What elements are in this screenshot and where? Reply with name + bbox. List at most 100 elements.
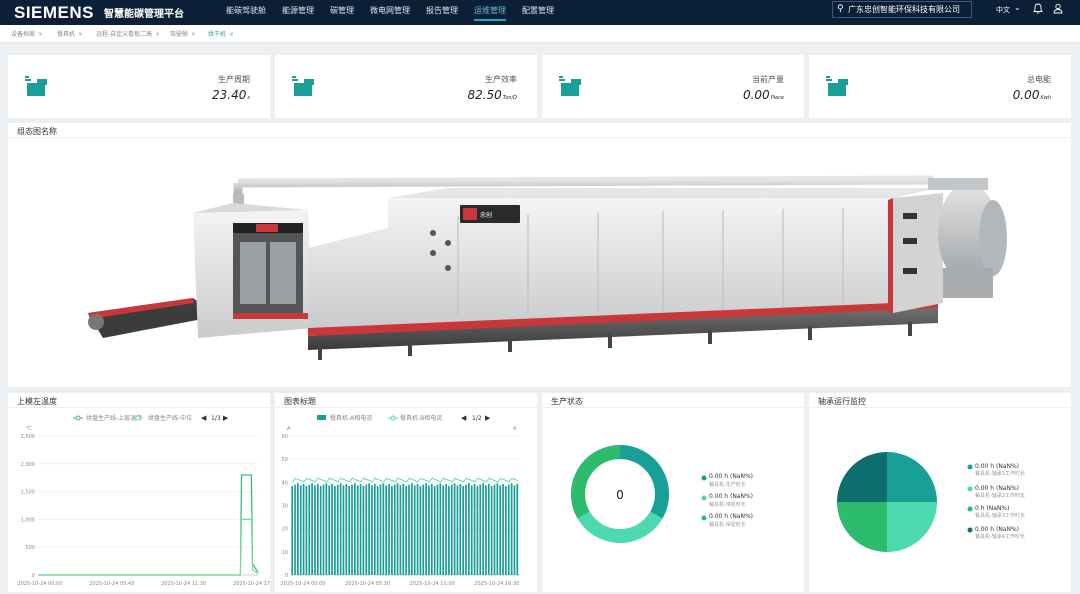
legend-value: 0.00 h (NaN%) (975, 526, 1019, 533)
nav-item-energy-management[interactable]: 能源管理 (274, 0, 322, 25)
legend-item[interactable]: 餐具机-A相电流 (330, 414, 372, 422)
bar (408, 484, 410, 575)
close-icon[interactable]: × (155, 31, 160, 38)
next-page-icon[interactable]: ▶ (485, 414, 491, 422)
donut-segment[interactable] (570, 445, 621, 519)
bar (499, 485, 502, 575)
temperature-chart-panel: 上模左温度 烘盘生产线-上层温度 烘盘生产线-中位 ◀ 1/3 ▶ ℃ 2,50… (8, 393, 270, 592)
production-status-donut: 0 0.00 h (NaN%) 餐具机-生产时长 0.00 h (NaN%) 餐… (570, 445, 753, 543)
bar (507, 484, 510, 575)
bar (365, 484, 368, 575)
nav-item-operations[interactable]: 运维管理 (466, 0, 514, 25)
factory-icon (25, 76, 47, 96)
nav-item-configuration[interactable]: 配置管理 (514, 0, 562, 25)
kpi-label: 总电能 (1027, 75, 1051, 84)
x-tick-label: 2025-10-24 05:30 (345, 581, 390, 587)
close-icon[interactable]: × (38, 31, 43, 38)
bar (490, 486, 493, 575)
y-tick-label: 30 (282, 504, 288, 510)
nav-item-reports[interactable]: 报告管理 (418, 0, 466, 25)
bar (373, 483, 376, 575)
company-name: 广东忠创智能环保科技有限公司 (848, 5, 960, 14)
pie-slice[interactable] (837, 502, 887, 552)
pie-slice[interactable] (887, 452, 937, 502)
bar (436, 484, 439, 575)
bar (516, 483, 519, 575)
legend-label: 餐具机-生产时长 (709, 481, 746, 488)
x-tick-label: 2025-10-24 11:30 (161, 581, 206, 587)
kpi-label: 当前产量 (752, 75, 784, 84)
bell-icon[interactable] (1033, 3, 1043, 14)
series-line (292, 477, 518, 483)
legend-value: 0.00 h (NaN%) (975, 463, 1019, 470)
nav-item-carbon-cockpit[interactable]: 能碳驾驶舱 (218, 0, 274, 25)
kpi-number: 0.00 (1012, 88, 1040, 102)
kpi-unit: Piece (770, 95, 784, 101)
bar (385, 485, 388, 575)
legend-swatch (317, 415, 326, 420)
current-chart-panel: 图表标题 餐具机-A相电流 餐具机-B相电流 ◀ 1/2 ▶ A A 60 50 4… (275, 393, 537, 592)
tab-custom-board[interactable]: 远程-自定义看板二高 × (96, 29, 160, 38)
bar (433, 486, 436, 575)
legend-item[interactable]: 烘盘生产线-中位 (148, 414, 192, 422)
bar (496, 483, 499, 575)
legend-value: 0.00 h (NaN%) (975, 485, 1019, 492)
pie-slice[interactable] (837, 452, 887, 502)
user-icon[interactable] (1053, 3, 1063, 14)
legend-label: 餐具机-待机时长 (709, 501, 746, 508)
location-pin-icon: ⚲ (837, 4, 844, 14)
tab-device-archive[interactable]: 设备档案 × (11, 29, 43, 38)
bar (413, 485, 416, 575)
kpi-label: 生产效率 (485, 75, 517, 84)
tab-cockpit[interactable]: 驾驶舱 × (170, 29, 196, 38)
legend-label: 餐具机-保留时长 (709, 521, 746, 528)
bar (348, 486, 351, 575)
kpi-unit: Ton/D (502, 95, 517, 101)
prev-page-icon[interactable]: ◀ (201, 414, 207, 422)
nav-item-carbon-management[interactable]: 碳管理 (322, 0, 362, 25)
x-tick-label: 2025-10-24 17:15 (233, 581, 270, 587)
y-tick-label: 1,000 (21, 517, 35, 523)
bar (319, 486, 322, 575)
legend-value: 0 h (NaN%) (975, 505, 1009, 512)
kpi-value: 0.00Piece (743, 88, 784, 102)
y-axis-unit: A (287, 426, 291, 432)
bar (362, 486, 365, 575)
donut-segment[interactable] (619, 445, 670, 519)
tab-dishwasher[interactable]: 餐具机 × (57, 29, 83, 38)
y-tick-label: 10 (282, 550, 288, 556)
bar (470, 485, 473, 575)
tab-dryer[interactable]: 烘干机 × (208, 29, 234, 38)
legend-label: 餐具机-轴承2工作时长 (975, 492, 1025, 499)
bar (311, 483, 313, 575)
bar (428, 485, 430, 575)
nav-item-microgrid[interactable]: 微电网管理 (362, 0, 418, 25)
pie-slice[interactable] (887, 502, 937, 552)
chevron-down-icon[interactable]: ⌄ (1014, 3, 1021, 12)
x-tick-label: 2025-10-24 11:00 (410, 581, 455, 587)
company-selector[interactable]: ⚲ 广东忠创智能环保科技有限公司 (832, 1, 972, 18)
kpi-unit: s (247, 95, 250, 101)
x-tick-label: 2025-10-24 00:00 (280, 581, 325, 587)
factory-icon (826, 76, 848, 96)
bar (308, 484, 311, 575)
language-selector[interactable]: 中文 (996, 5, 1010, 15)
legend-item[interactable]: 餐具机-B相电流 (400, 414, 442, 422)
close-icon[interactable]: × (78, 31, 83, 38)
tab-label: 餐具机 (57, 31, 76, 38)
tab-label: 驾驶舱 (170, 31, 189, 38)
legend-dot-marker (390, 415, 396, 421)
bar (510, 483, 513, 575)
bar (416, 483, 419, 575)
bar (482, 483, 484, 575)
page-tabs-bar: 设备档案 × 餐具机 × 远程-自定义看板二高 × 驾驶舱 × 烘干机 × (0, 25, 1080, 43)
bar (439, 483, 442, 575)
bar (456, 485, 459, 575)
close-icon[interactable]: × (191, 31, 196, 38)
prev-page-icon[interactable]: ◀ (461, 414, 467, 422)
bar (465, 484, 467, 575)
next-page-icon[interactable]: ▶ (223, 414, 229, 422)
siemens-logo[interactable]: SIEMENS (14, 3, 94, 23)
x-tick-label: 2025-10-24 00:00 (17, 581, 62, 587)
close-icon[interactable]: × (229, 31, 234, 38)
